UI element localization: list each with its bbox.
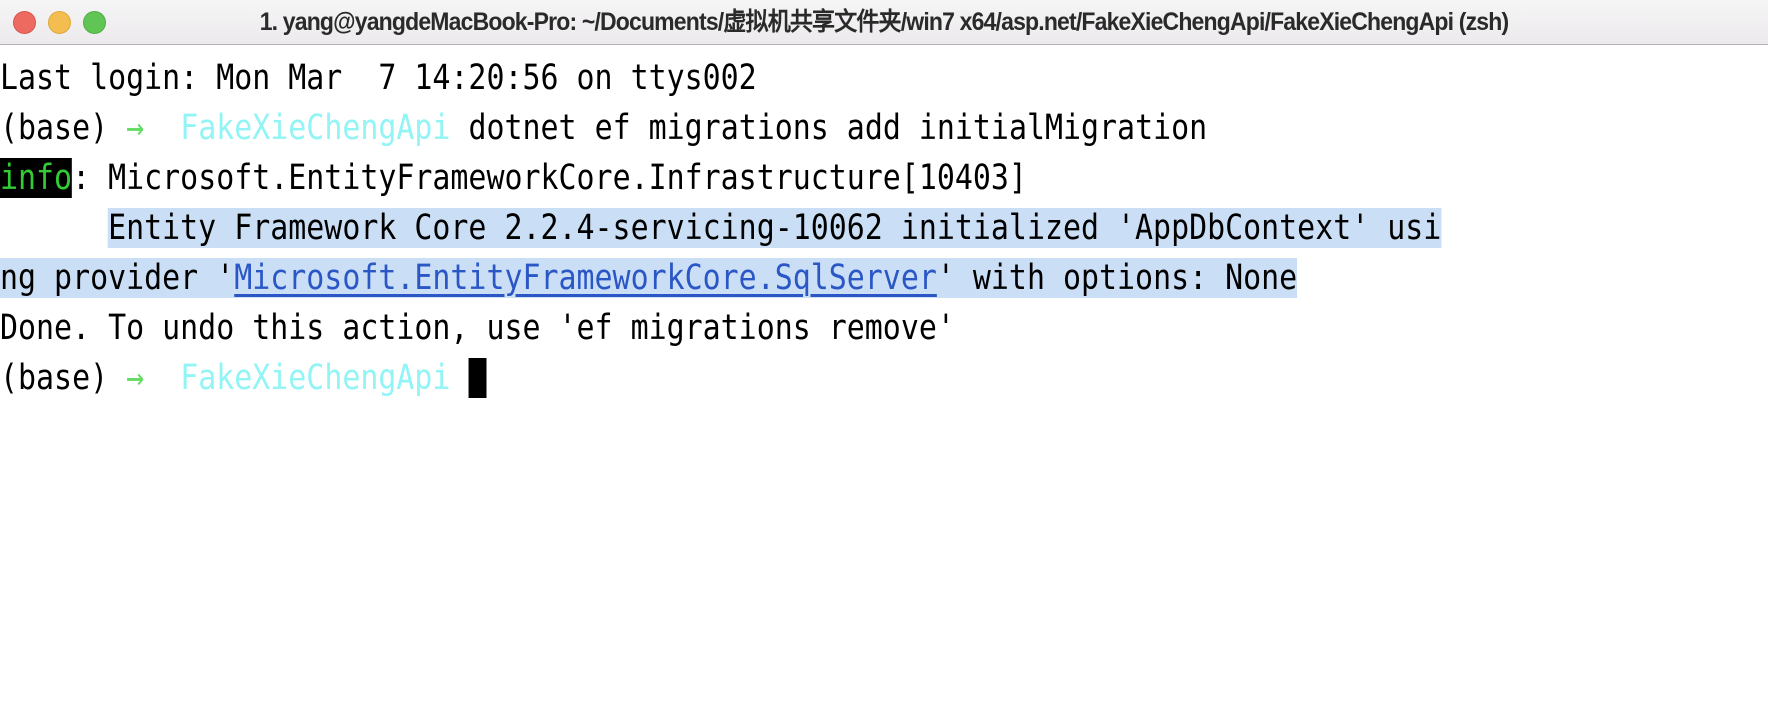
log-level-badge: info <box>0 158 73 198</box>
conda-env-label: (base) <box>0 108 127 148</box>
terminal-line-done: Done. To undo this action, use 'ef migra… <box>0 303 1768 353</box>
final-prompt-gap-1 <box>144 358 180 398</box>
final-prompt-gap-2 <box>450 358 468 398</box>
text-cursor[interactable] <box>468 358 487 398</box>
prompt-arrow-icon: → <box>126 108 145 148</box>
log-indent <box>0 208 108 248</box>
done-message-text: Done. To undo this action, use 'ef migra… <box>0 308 955 348</box>
terminal-line-prompt-command: (base) → FakeXieChengApi dotnet ef migra… <box>0 103 1768 153</box>
window-controls <box>0 0 106 44</box>
window-title: 1. yang@yangdeMacBook-Pro: ~/Documents/虚… <box>259 7 1509 36</box>
terminal-window: 1. yang@yangdeMacBook-Pro: ~/Documents/虚… <box>0 0 1768 716</box>
terminal-output-area[interactable]: Last login: Mon Mar 7 14:20:56 on ttys00… <box>0 45 1768 716</box>
log-category-text: : Microsoft.EntityFrameworkCore.Infrastr… <box>72 158 1027 198</box>
final-prompt-arrow-icon: → <box>126 358 145 398</box>
zoom-button[interactable] <box>83 10 106 34</box>
terminal-line-info-header: info: Microsoft.EntityFrameworkCore.Infr… <box>0 153 1768 203</box>
close-button[interactable] <box>13 10 36 34</box>
minimize-button[interactable] <box>48 10 71 34</box>
selected-text-part-3: ' with options: None <box>936 258 1298 298</box>
title-bar[interactable]: 1. yang@yangdeMacBook-Pro: ~/Documents/虚… <box>0 0 1768 45</box>
prompt-directory: FakeXieChengApi <box>180 108 451 148</box>
terminal-lines: Last login: Mon Mar 7 14:20:56 on ttys00… <box>0 45 1768 403</box>
terminal-line-last-login: Last login: Mon Mar 7 14:20:56 on ttys00… <box>0 53 1768 103</box>
final-prompt-directory: FakeXieChengApi <box>180 358 451 398</box>
selected-text-part-1: Entity Framework Core 2.2.4-servicing-10… <box>108 208 1442 248</box>
final-conda-env-label: (base) <box>0 358 127 398</box>
terminal-line-info-body-2: ng provider 'Microsoft.EntityFrameworkCo… <box>0 253 1768 303</box>
provider-link[interactable]: Microsoft.EntityFrameworkCore.SqlServer <box>234 258 937 298</box>
terminal-line-info-body-1: Entity Framework Core 2.2.4-servicing-10… <box>0 203 1768 253</box>
selected-text-part-2: ng provider ' <box>0 258 235 298</box>
terminal-line-final-prompt: (base) → FakeXieChengApi <box>0 353 1768 403</box>
prompt-gap-1 <box>144 108 180 148</box>
last-login-text: Last login: Mon Mar 7 14:20:56 on ttys00… <box>0 58 757 98</box>
typed-command: dotnet ef migrations add initialMigratio… <box>468 108 1208 148</box>
prompt-gap-2 <box>450 108 468 148</box>
